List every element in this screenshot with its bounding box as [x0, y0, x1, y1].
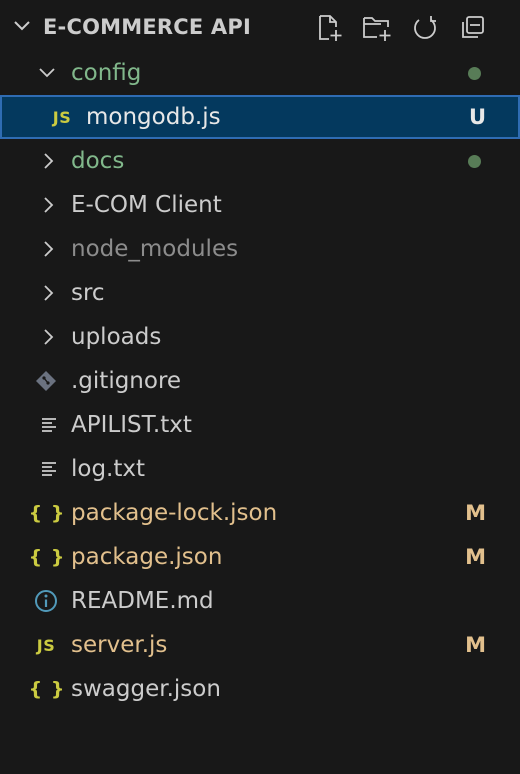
json-file-icon: { }	[28, 678, 66, 700]
tree-item-config[interactable]: config	[0, 51, 520, 95]
tree-item-label: uploads	[71, 324, 162, 350]
tree-item-ecom-client[interactable]: E-COM Client	[0, 183, 520, 227]
tree-item-label: config	[71, 60, 142, 86]
refresh-button[interactable]	[409, 12, 441, 44]
git-status-badge: M	[465, 501, 486, 525]
tree-item-node-modules[interactable]: node_modules	[0, 227, 520, 271]
new-file-button[interactable]	[314, 12, 346, 44]
chevron-right-icon	[44, 197, 54, 213]
json-file-icon: { }	[28, 546, 66, 568]
tree-item-label: server.js	[71, 632, 168, 658]
new-folder-icon	[363, 17, 391, 41]
tree-item-label: swagger.json	[71, 676, 221, 702]
text-file-icon	[35, 457, 63, 481]
chevron-right-icon	[44, 329, 54, 345]
tree-item-label: mongodb.js	[86, 104, 221, 130]
chevron-down-icon	[39, 68, 55, 78]
git-status-badge: U	[468, 105, 486, 129]
json-file-icon: { }	[28, 502, 66, 524]
explorer-title: E-COMMERCE API	[43, 15, 251, 39]
tree-item-label: log.txt	[71, 456, 146, 482]
tree-item-gitignore[interactable]: .gitignore	[0, 359, 520, 403]
git-status-badge: M	[465, 633, 486, 657]
file-tree: config JS mongodb.js U docs E-COM Client…	[0, 51, 520, 711]
tree-item-package-json[interactable]: { } package.json M	[0, 535, 520, 579]
tree-item-apilist-txt[interactable]: APILIST.txt	[0, 403, 520, 447]
tree-item-uploads[interactable]: uploads	[0, 315, 520, 359]
chevron-down-icon[interactable]	[12, 16, 32, 36]
refresh-icon	[414, 16, 436, 39]
explorer-header[interactable]: E-COMMERCE API	[0, 0, 520, 52]
tree-item-label: docs	[71, 148, 125, 174]
chevron-right-icon	[44, 285, 54, 301]
new-file-icon	[319, 15, 342, 41]
tree-item-src[interactable]: src	[0, 271, 520, 315]
tree-item-log-txt[interactable]: log.txt	[0, 447, 520, 491]
tree-item-server-js[interactable]: JS server.js M	[0, 623, 520, 667]
chevron-right-icon	[44, 153, 54, 169]
collapse-all-icon	[462, 16, 484, 38]
tree-item-label: README.md	[71, 588, 214, 614]
info-icon	[32, 589, 60, 613]
tree-item-label: package.json	[71, 544, 223, 570]
tree-item-label: package-lock.json	[71, 500, 278, 526]
js-file-icon: JS	[36, 635, 56, 655]
tree-item-readme-md[interactable]: README.md	[0, 579, 520, 623]
tree-item-docs[interactable]: docs	[0, 139, 520, 183]
chevron-right-icon	[44, 241, 54, 257]
tree-item-mongodb-js[interactable]: JS mongodb.js U	[0, 95, 520, 139]
git-file-icon	[32, 369, 60, 393]
modified-dot-icon	[468, 155, 481, 168]
tree-item-swagger-json[interactable]: { } swagger.json	[0, 667, 520, 711]
js-file-icon: JS	[52, 107, 72, 127]
tree-item-label: APILIST.txt	[71, 412, 192, 438]
tree-item-label: node_modules	[71, 236, 239, 262]
tree-item-label: src	[71, 280, 105, 306]
tree-item-package-lock-json[interactable]: { } package-lock.json M	[0, 491, 520, 535]
tree-item-label: .gitignore	[71, 368, 182, 394]
new-folder-button[interactable]	[361, 12, 393, 44]
text-file-icon	[35, 413, 63, 437]
collapse-all-button[interactable]	[457, 12, 489, 44]
git-status-badge: M	[465, 545, 486, 569]
modified-dot-icon	[468, 67, 481, 80]
tree-item-label: E-COM Client	[71, 192, 222, 218]
